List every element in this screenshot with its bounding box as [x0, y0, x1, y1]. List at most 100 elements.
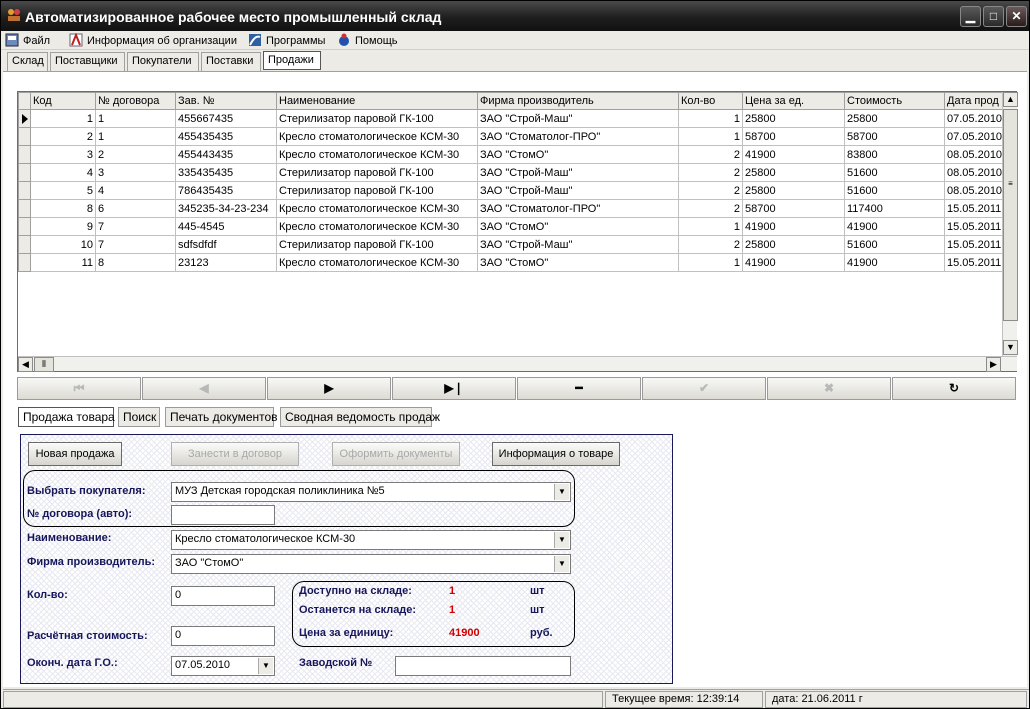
table-cell[interactable]: ЗАО "Стоматолог-ПРО" — [477, 199, 679, 218]
table-cell[interactable]: 41900 — [742, 253, 845, 272]
column-header[interactable]: Цена за ед. — [742, 92, 845, 110]
table-cell[interactable]: 08.05.2010 — [943, 163, 1006, 182]
chevron-down-icon[interactable]: ▼ — [554, 532, 569, 548]
table-cell[interactable]: 3 — [30, 145, 96, 164]
table-cell[interactable]: 2 — [30, 127, 96, 146]
table-cell[interactable]: 5 — [30, 181, 96, 200]
row-indicator[interactable] — [18, 253, 31, 272]
tab-deliveries[interactable]: Поставки — [201, 52, 261, 71]
tab-sklad[interactable]: Склад — [7, 52, 48, 71]
table-cell[interactable]: 08.05.2010 — [943, 181, 1006, 200]
table-cell[interactable]: 2 — [95, 145, 176, 164]
table-cell[interactable]: 25800 — [742, 235, 845, 254]
table-cell[interactable]: ЗАО "Стоматолог-ПРО" — [477, 127, 679, 146]
table-cell[interactable]: 83800 — [844, 145, 945, 164]
table-cell[interactable]: 786435435 — [175, 181, 277, 200]
row-indicator[interactable] — [18, 127, 31, 146]
minimize-button[interactable]: ▁ — [960, 6, 981, 27]
table-cell[interactable]: 07.05.2010 — [943, 127, 1006, 146]
table-cell[interactable]: 2 — [678, 199, 743, 218]
grid-horizontal-scrollbar[interactable]: ◀ ⦀ ▶ — [18, 356, 1017, 372]
table-cell[interactable]: 8 — [95, 253, 176, 272]
table-cell[interactable]: 7 — [95, 235, 176, 254]
qty-field[interactable]: 0 — [171, 586, 275, 606]
new-sale-button[interactable]: Новая продажа — [28, 442, 122, 466]
table-cell[interactable]: 455443435 — [175, 145, 277, 164]
column-header[interactable]: Фирма производитель — [477, 92, 679, 110]
column-header[interactable]: Кол-во — [678, 92, 743, 110]
table-cell[interactable]: 25800 — [742, 109, 845, 128]
table-cell[interactable]: 15.05.2011 — [943, 217, 1006, 236]
table-cell[interactable]: Кресло стоматологическое КСМ-30 — [276, 199, 478, 218]
table-cell[interactable]: 455667435 — [175, 109, 277, 128]
table-cell[interactable]: 51600 — [844, 163, 945, 182]
table-cell[interactable]: 9 — [30, 217, 96, 236]
table-cell[interactable]: 2 — [678, 181, 743, 200]
cancel-record-button[interactable]: ✖ — [767, 377, 891, 400]
table-cell[interactable]: 8 — [30, 199, 96, 218]
make-documents-button[interactable]: Оформить документы — [332, 442, 460, 466]
row-indicator[interactable] — [18, 217, 31, 236]
table-cell[interactable]: 25800 — [742, 181, 845, 200]
column-header[interactable]: Дата прод — [943, 92, 1006, 110]
table-row[interactable]: 11 8 23123 Кресло стоматологическое КСМ-30 З… — [18, 253, 1006, 272]
firm-select[interactable]: ЗАО "СтомО" ▼ — [171, 554, 571, 574]
table-cell[interactable]: ЗАО "Строй-Маш" — [477, 181, 679, 200]
scroll-down-icon[interactable]: ▼ — [1003, 340, 1018, 355]
table-cell[interactable]: 25800 — [742, 163, 845, 182]
row-indicator[interactable] — [18, 235, 31, 254]
enddate-picker[interactable]: 07.05.2010 ▼ — [171, 656, 275, 676]
table-cell[interactable]: 1 — [678, 253, 743, 272]
table-row[interactable]: 9 7 445-4545 Кресло стоматологическое КСМ-3… — [18, 217, 1006, 236]
tab-sales[interactable]: Продажи — [263, 51, 321, 70]
table-cell[interactable]: Стерилизатор паровой ГК-100 — [276, 109, 478, 128]
tab-print-documents[interactable]: Печать документов — [165, 407, 278, 427]
scroll-left-icon[interactable]: ◀ — [18, 357, 33, 372]
table-row[interactable]: 1 1 455667435 Стерилизатор паровой ГК-100 ЗА… — [18, 109, 1006, 128]
title-bar[interactable]: Автоматизированное рабочее место промышл… — [1, 1, 1029, 31]
table-row[interactable]: 5 4 786435435 Стерилизатор паровой ГК-100 ЗА… — [18, 181, 1006, 200]
grid-vertical-scrollbar[interactable]: ▲ ≡ ▼ — [1002, 92, 1018, 356]
table-cell[interactable]: 2 — [678, 235, 743, 254]
serial-field[interactable] — [395, 656, 571, 676]
table-cell[interactable]: 2 — [678, 145, 743, 164]
table-cell[interactable]: 58700 — [844, 127, 945, 146]
table-cell[interactable]: Стерилизатор паровой ГК-100 — [276, 163, 478, 182]
last-record-button[interactable]: ▶❘ — [392, 377, 516, 400]
table-cell[interactable]: 41900 — [844, 217, 945, 236]
chevron-down-icon[interactable]: ▼ — [554, 484, 569, 500]
first-record-button[interactable]: ⏮ — [17, 377, 141, 400]
table-cell[interactable]: 41900 — [844, 253, 945, 272]
table-cell[interactable]: 1 — [95, 127, 176, 146]
name-select[interactable]: Кресло стоматологическое КСМ-30 ▼ — [171, 530, 571, 550]
tab-sale-product[interactable]: Продажа товара — [18, 407, 115, 427]
table-cell[interactable]: 07.05.2010 — [943, 109, 1006, 128]
product-info-button[interactable]: Информация о товаре — [492, 442, 620, 466]
table-cell[interactable]: 1 — [678, 127, 743, 146]
menu-help[interactable]: Помощь — [337, 33, 398, 49]
scroll-thumb[interactable]: ≡ — [1003, 109, 1018, 321]
table-cell[interactable]: 6 — [95, 199, 176, 218]
table-cell[interactable]: 4 — [30, 163, 96, 182]
menu-file[interactable]: Файл — [5, 33, 50, 49]
row-indicator[interactable] — [18, 163, 31, 182]
delete-record-button[interactable]: ━ — [517, 377, 641, 400]
table-cell[interactable]: Кресло стоматологическое КСМ-30 — [276, 145, 478, 164]
table-cell[interactable]: 51600 — [844, 181, 945, 200]
row-indicator[interactable] — [18, 109, 31, 128]
table-cell[interactable]: 15.05.2011 — [943, 199, 1006, 218]
table-cell[interactable]: 3 — [95, 163, 176, 182]
table-cell[interactable]: ЗАО "Строй-Маш" — [477, 163, 679, 182]
table-cell[interactable]: 1 — [30, 109, 96, 128]
table-cell[interactable]: sdfsdfdf — [175, 235, 277, 254]
table-cell[interactable]: ЗАО "СтомО" — [477, 217, 679, 236]
column-header[interactable]: Код — [30, 92, 96, 110]
chevron-down-icon[interactable]: ▼ — [554, 556, 569, 572]
table-cell[interactable]: 1 — [678, 109, 743, 128]
row-indicator[interactable] — [18, 181, 31, 200]
table-cell[interactable]: ЗАО "Строй-Маш" — [477, 235, 679, 254]
table-cell[interactable]: Кресло стоматологическое КСМ-30 — [276, 127, 478, 146]
row-indicator[interactable] — [18, 145, 31, 164]
contract-field[interactable] — [171, 505, 275, 525]
table-cell[interactable]: 23123 — [175, 253, 277, 272]
